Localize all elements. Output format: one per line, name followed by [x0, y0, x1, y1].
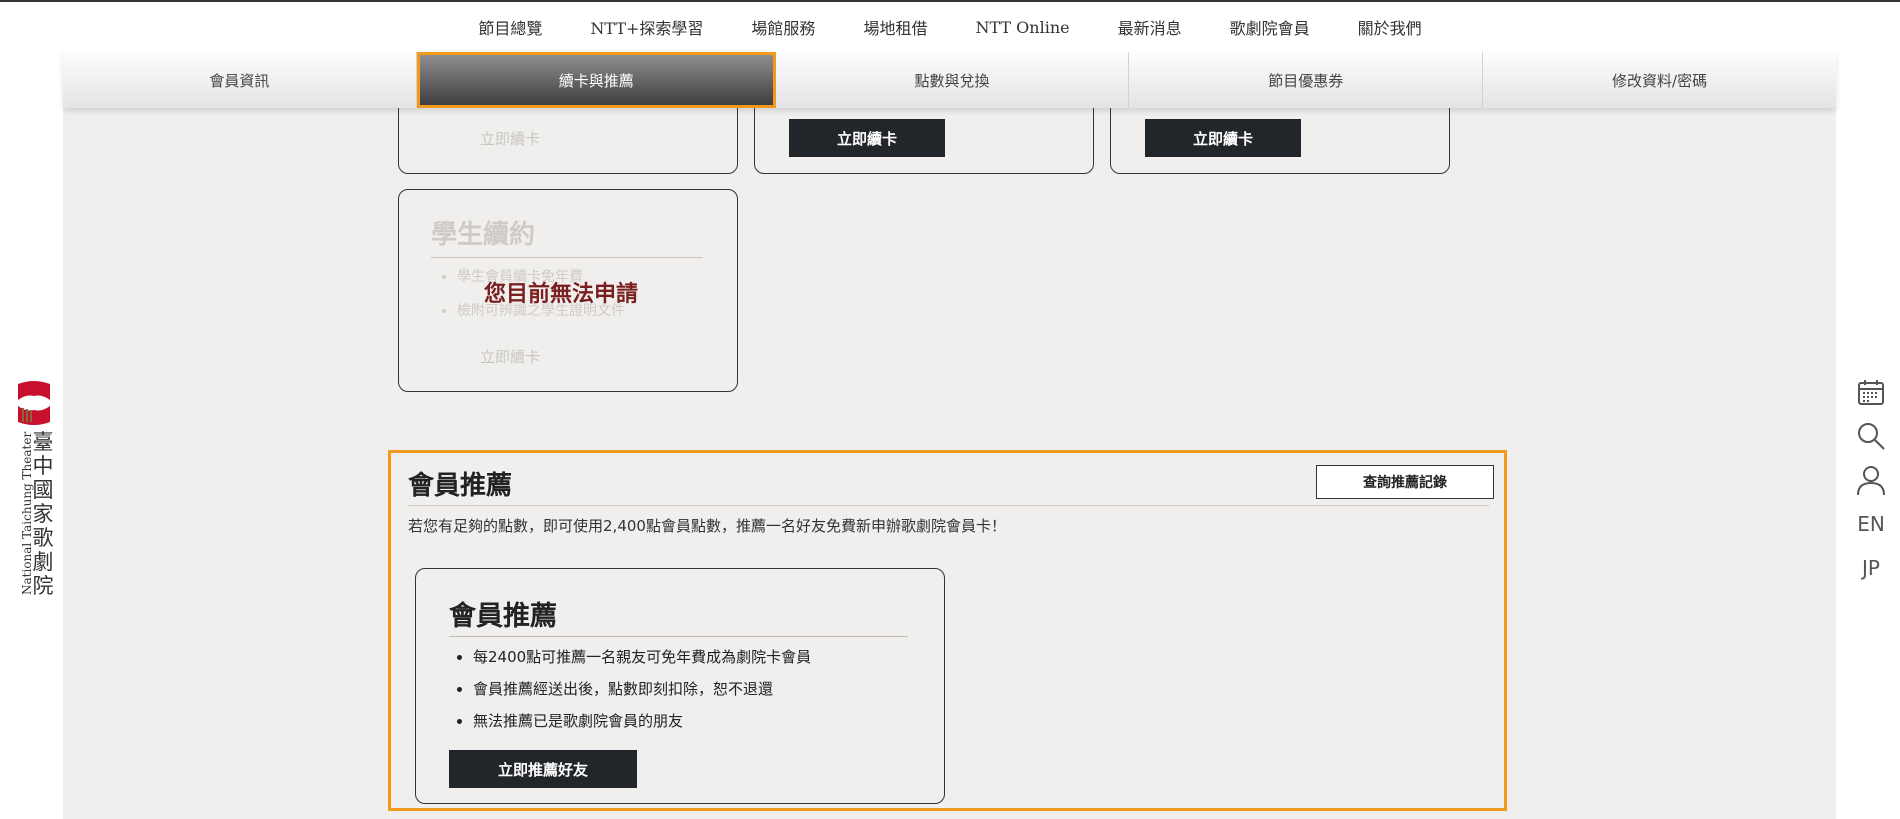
- list-item: 每2400點可推薦一名親友可免年費成為劇院卡會員: [473, 641, 811, 673]
- calendar-icon: [1858, 380, 1884, 405]
- list-item: 會員推薦經送出後，點數即刻扣除，恕不退還: [473, 673, 811, 705]
- renew-button-disabled: 立即續卡: [480, 130, 541, 148]
- recommend-friend-button[interactable]: 立即推薦好友: [449, 750, 637, 788]
- divider: [449, 636, 908, 637]
- divider: [408, 505, 1489, 506]
- language-en-button[interactable]: EN: [1853, 502, 1889, 546]
- nav-item-membership[interactable]: 歌劇院會員: [1230, 15, 1310, 39]
- student-renew-card: 學生續約 學生會員續卡免年費 檢附可辨識之學生證明文件 您目前無法申請 立即續卡: [398, 189, 738, 392]
- renew-now-button[interactable]: 立即續卡: [789, 119, 945, 157]
- logo-glyph: 家: [32, 502, 54, 526]
- recommend-rules-list: 每2400點可推薦一名親友可免年費成為劇院卡會員 會員推薦經送出後，點數即刻扣除…: [449, 641, 811, 737]
- member-recommend-section: 會員推薦 查詢推薦記錄 若您有足夠的點數，即可使用2,400點會員點數，推薦一名…: [388, 450, 1507, 811]
- main-navigation: 節目總覽 NTT+探索學習 場館服務 場地租借 NTT Online 最新消息 …: [0, 2, 1900, 52]
- user-icon: [1857, 466, 1885, 496]
- tab-points-redeem[interactable]: 點數與兌換: [776, 52, 1130, 108]
- nav-item-venue-rental[interactable]: 場地租借: [863, 15, 927, 39]
- unavailable-notice: 您目前無法申請: [484, 282, 639, 307]
- tab-member-info[interactable]: 會員資訊: [63, 52, 417, 108]
- nav-item-news[interactable]: 最新消息: [1118, 15, 1182, 39]
- nav-item-explore-learning[interactable]: NTT+探索學習: [590, 15, 703, 39]
- recommend-card: 會員推薦 每2400點可推薦一名親友可免年費成為劇院卡會員 會員推薦經送出後，點…: [415, 568, 945, 804]
- logo-glyph: 臺: [32, 430, 54, 454]
- divider: [431, 257, 703, 258]
- member-login-button[interactable]: [1853, 458, 1889, 502]
- nav-item-about[interactable]: 關於我們: [1358, 15, 1422, 39]
- recommend-description: 若您有足夠的點數，即可使用2,400點會員點數，推薦一名好友免費新申辦歌劇院會員…: [408, 517, 1006, 535]
- calendar-button[interactable]: [1853, 370, 1889, 414]
- search-icon: [1858, 423, 1885, 450]
- recommend-card-title: 會員推薦: [449, 601, 557, 632]
- nav-item-venue-services[interactable]: 場館服務: [751, 15, 815, 39]
- logo-glyph: 歌: [32, 526, 54, 550]
- list-item: 無法推薦已是歌劇院會員的朋友: [473, 705, 811, 737]
- student-renew-title: 學生續約: [431, 220, 536, 250]
- logo-glyph: 中: [32, 454, 54, 478]
- section-title: 會員推薦: [408, 471, 513, 501]
- view-recommend-history-button[interactable]: 查詢推薦記錄: [1316, 465, 1494, 499]
- side-tools: EN JP: [1853, 370, 1889, 590]
- logo-name-zh: 臺中國家歌劇院: [30, 430, 56, 598]
- renew-now-button[interactable]: 立即續卡: [1145, 119, 1301, 157]
- nav-item-ntt-online[interactable]: NTT Online: [975, 18, 1069, 37]
- theater-logo[interactable]: National Taichung Theater 臺中國家歌劇院: [10, 380, 56, 600]
- tab-renew-recommend[interactable]: 續卡與推薦: [416, 52, 776, 108]
- tab-edit-profile-password[interactable]: 修改資料/密碼: [1483, 52, 1836, 108]
- logo-name-en: National Taichung Theater: [10, 380, 34, 600]
- nav-item-programs[interactable]: 節目總覽: [478, 15, 542, 39]
- logo-glyph: 院: [32, 574, 54, 598]
- tab-program-coupons[interactable]: 節目優惠券: [1129, 52, 1484, 108]
- member-sub-tabs: 會員資訊 續卡與推薦 點數與兌換 節目優惠券 修改資料/密碼: [63, 52, 1836, 108]
- search-button[interactable]: [1853, 414, 1889, 458]
- logo-glyph: 國: [32, 478, 54, 502]
- renew-button-disabled: 立即續卡: [480, 348, 541, 366]
- logo-glyph: 劇: [32, 550, 54, 574]
- language-jp-button[interactable]: JP: [1853, 546, 1889, 590]
